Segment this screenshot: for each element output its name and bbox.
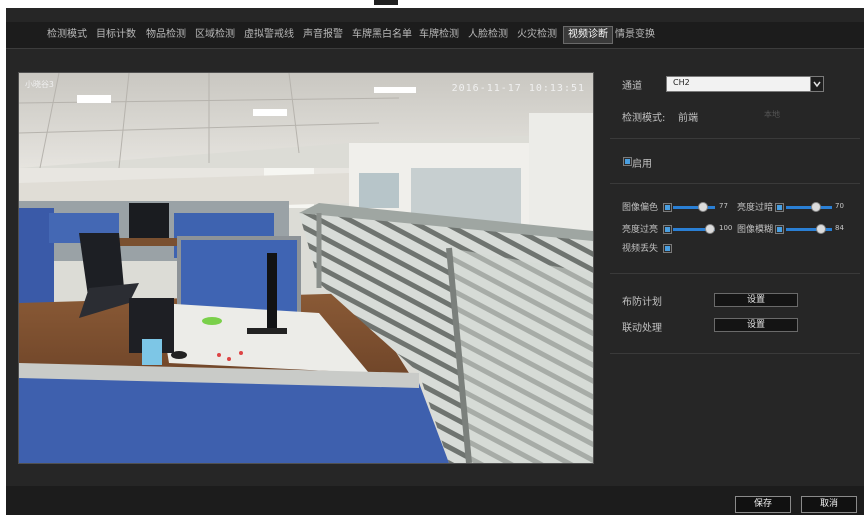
camera-frame-image — [19, 73, 593, 463]
enable-label: 启用 — [632, 159, 652, 170]
tab-video-diagnosis[interactable]: 视频诊断 — [563, 26, 613, 44]
camera-name-osd: 小晓谷3 — [25, 80, 54, 89]
channel-label: 通道 — [622, 81, 642, 92]
tab-region-detection[interactable]: 区域检测 — [195, 27, 235, 43]
schedule-settings-button[interactable]: 设置 — [714, 293, 798, 307]
tab-face-detection[interactable]: 人脸检测 — [468, 27, 508, 43]
slider-thumb[interactable] — [705, 224, 715, 234]
divider — [610, 183, 860, 184]
mode-option-local[interactable]: 本地 — [764, 109, 780, 120]
mode-option-frontend[interactable]: 前端 — [678, 109, 698, 124]
linkage-settings-button[interactable]: 设置 — [714, 318, 798, 332]
color-cast-slider[interactable] — [673, 202, 715, 212]
tab-scene-change[interactable]: 情景变换 — [615, 27, 655, 43]
color-cast-checkbox[interactable] — [663, 203, 672, 212]
slider-thumb[interactable] — [811, 202, 821, 212]
tab-sound-alarm[interactable]: 声音报警 — [303, 27, 343, 43]
cancel-button[interactable]: 取消 — [801, 496, 857, 513]
feature-tab-bar: 检测模式 目标计数 物品检测 区域检测 虚拟警戒线 声音报警 车牌黑白名单 车牌… — [6, 22, 864, 49]
tab-plate-blacklist[interactable]: 车牌黑白名单 — [352, 27, 412, 43]
blur-slider[interactable] — [786, 224, 832, 234]
too-bright-checkbox[interactable] — [663, 225, 672, 234]
tab-object-detection[interactable]: 物品检测 — [146, 27, 186, 43]
channel-select[interactable]: CH2 — [666, 76, 824, 92]
color-cast-label: 图像偏色 — [622, 203, 659, 213]
divider — [610, 138, 860, 139]
blur-value: 84 — [835, 224, 844, 232]
slider-thumb[interactable] — [816, 224, 826, 234]
too-dark-slider[interactable] — [786, 202, 832, 212]
detection-mode-label: 检测模式: — [622, 113, 666, 124]
video-loss-label: 视频丢失 — [622, 244, 659, 254]
enable-checkbox[interactable] — [623, 157, 632, 166]
too-dark-checkbox[interactable] — [775, 203, 784, 212]
diagnosis-settings-panel: 通道 CH2 检测模式: 前端 本地 启用 图像偏色 77 亮度过暗 70 亮度… — [610, 58, 860, 458]
channel-value: CH2 — [673, 78, 690, 87]
tab-detection-mode[interactable]: 检测模式 — [47, 27, 87, 43]
too-dark-value: 70 — [835, 202, 844, 210]
too-bright-label: 亮度过亮 — [622, 225, 659, 235]
video-loss-checkbox[interactable] — [663, 244, 672, 253]
divider — [610, 353, 860, 354]
chevron-down-icon[interactable] — [810, 77, 823, 91]
too-dark-label: 亮度过暗 — [737, 203, 774, 213]
tab-plate-detection[interactable]: 车牌检测 — [419, 27, 459, 43]
camera-preview[interactable]: 小晓谷3 2016-11-17 10:13:51 — [18, 72, 594, 464]
timestamp-osd: 2016-11-17 10:13:51 — [451, 83, 585, 94]
too-bright-slider[interactable] — [673, 224, 715, 234]
blur-checkbox[interactable] — [775, 225, 784, 234]
tab-fire-detection[interactable]: 火灾检测 — [517, 27, 557, 43]
slider-thumb[interactable] — [698, 202, 708, 212]
divider — [610, 273, 860, 274]
schedule-label: 布防计划 — [622, 297, 662, 308]
tab-target-count[interactable]: 目标计数 — [96, 27, 136, 43]
tab-virtual-tripwire[interactable]: 虚拟警戒线 — [244, 27, 294, 43]
linkage-label: 联动处理 — [622, 323, 662, 334]
too-bright-value: 100 — [719, 224, 733, 232]
save-button[interactable]: 保存 — [735, 496, 791, 513]
color-cast-value: 77 — [719, 202, 728, 210]
blur-label: 图像模糊 — [737, 225, 774, 235]
window-top-edge — [0, 0, 864, 8]
window-top-handle — [374, 0, 398, 5]
